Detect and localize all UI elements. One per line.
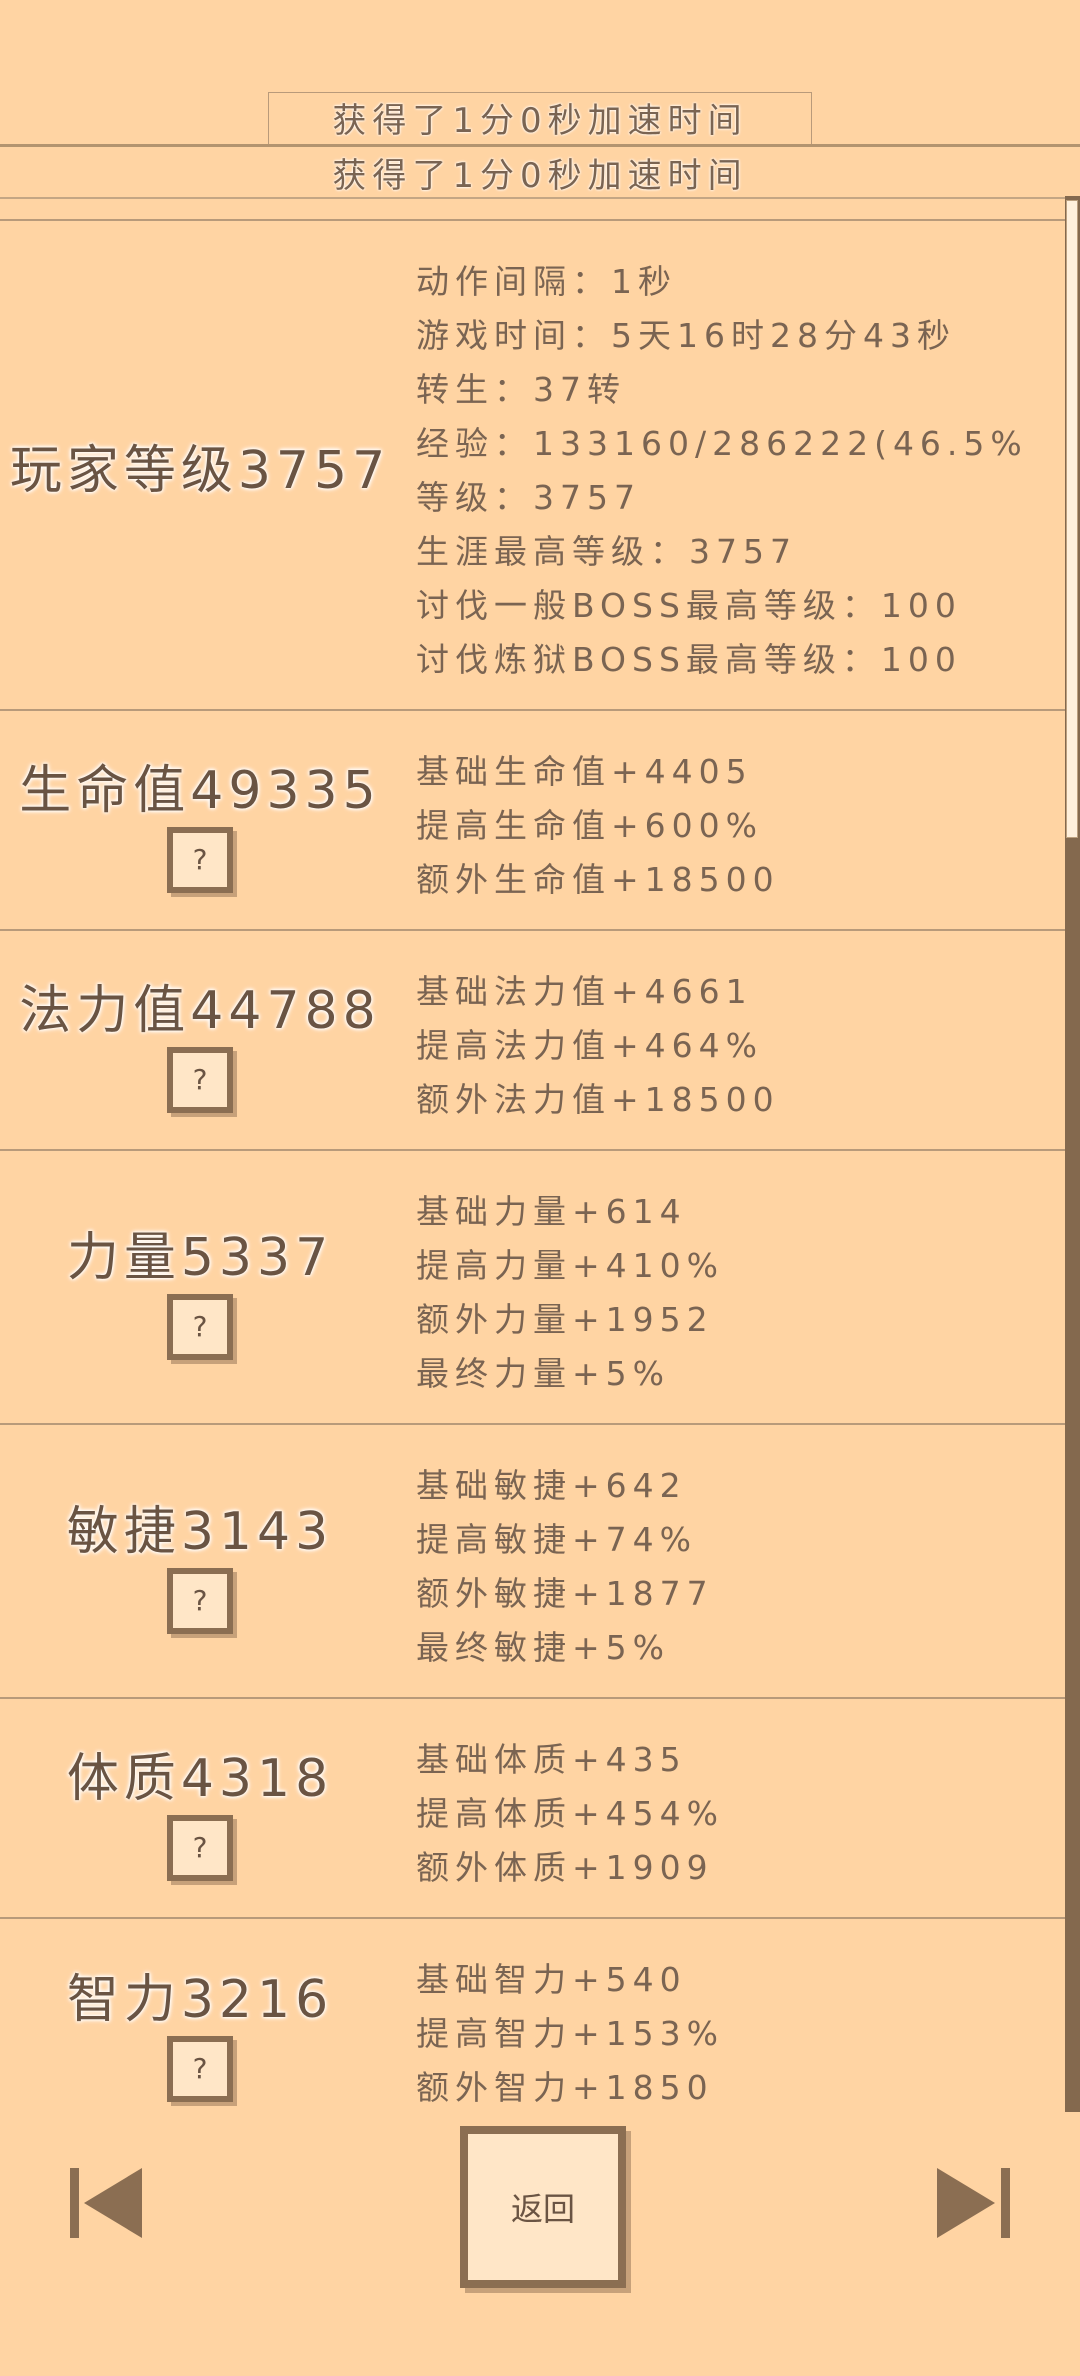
stat-detail-line: 最终力量+5% — [416, 1354, 671, 1393]
stat-detail-line: 提高体质+454% — [416, 1794, 724, 1833]
back-button[interactable]: 返回 — [460, 2126, 626, 2288]
stat-row-mp: 法力值44788 ? 基础法力值+4661 提高法力值+464% 额外法力值+1… — [0, 931, 1065, 1151]
toast-message: 获得了1分0秒加速时间 — [332, 100, 748, 141]
stat-row-constitution: 体质4318 ? 基础体质+435 提高体质+454% 额外体质+1909 — [0, 1699, 1065, 1919]
stat-row-player-level: 玩家等级3757 动作间隔：1秒 游戏时间：5天16时28分43秒 转生：37转… — [0, 221, 1065, 711]
stat-details: 基础力量+614 提高力量+410% 额外力量+1952 最终力量+5% — [416, 1185, 724, 1401]
stat-label-area: 敏捷3143 ? — [0, 1425, 400, 1697]
stat-title: 力量5337 — [66, 1227, 334, 1288]
stat-row-hp: 生命值49335 ? 基础生命值+4405 提高生命值+600% 额外生命值+1… — [0, 711, 1065, 931]
stat-label-area: 玩家等级3757 — [0, 221, 400, 709]
stat-label-area: 生命值49335 ? — [0, 711, 400, 929]
stat-detail-line: 生涯最高等级：3757 — [416, 532, 797, 571]
stats-panel[interactable]: 玩家等级3757 动作间隔：1秒 游戏时间：5天16时28分43秒 转生：37转… — [0, 196, 1065, 2112]
stat-detail-line: 基础敏捷+642 — [416, 1466, 687, 1505]
help-button[interactable]: ? — [167, 1293, 233, 1360]
stat-details: 基础敏捷+642 提高敏捷+74% 额外敏捷+1877 最终敏捷+5% — [416, 1459, 714, 1675]
stat-detail-line: 提高生命值+600% — [416, 806, 763, 845]
stat-label-area: 体质4318 ? — [0, 1699, 400, 1917]
stat-detail-line: 额外法力值+18500 — [416, 1080, 780, 1119]
stat-details: 基础体质+435 提高体质+454% 额外体质+1909 — [416, 1733, 724, 1895]
stat-detail-line: 提高法力值+464% — [416, 1026, 763, 1065]
skip-previous-icon[interactable] — [68, 2166, 148, 2240]
stat-detail-line: 额外力量+1952 — [416, 1300, 714, 1339]
stat-title: 玩家等级3757 — [9, 440, 391, 501]
stat-row-strength: 力量5337 ? 基础力量+614 提高力量+410% 额外力量+1952 最终… — [0, 1151, 1065, 1425]
stat-detail-line: 最终敏捷+5% — [416, 1628, 671, 1667]
stat-detail-line: 额外智力+1850 — [416, 2068, 714, 2107]
stat-detail-line: 提高敏捷+74% — [416, 1520, 697, 1559]
bottom-nav: 返回 — [0, 2112, 1080, 2376]
stat-title: 敏捷3143 — [66, 1501, 334, 1562]
stat-label-area: 智力3216 ? — [0, 1919, 400, 2112]
stat-title: 法力值44788 — [19, 980, 381, 1041]
toast-area: 获得了1分0秒加速时间 获得了1分0秒加速时间 — [0, 92, 1080, 199]
stat-detail-line: 额外敏捷+1877 — [416, 1574, 714, 1613]
stat-label-area: 力量5337 ? — [0, 1151, 400, 1423]
stat-detail-line: 额外体质+1909 — [416, 1848, 714, 1887]
stat-detail-line: 转生：37转 — [416, 370, 626, 409]
skip-next-icon[interactable] — [933, 2166, 1013, 2240]
stat-row-agility: 敏捷3143 ? 基础敏捷+642 提高敏捷+74% 额外敏捷+1877 最终敏… — [0, 1425, 1065, 1699]
stat-detail-line: 基础法力值+4661 — [416, 972, 753, 1011]
stat-detail-line: 基础智力+540 — [416, 1960, 687, 1999]
help-button[interactable]: ? — [167, 1814, 233, 1881]
stat-detail-line: 讨伐炼狱BOSS最高等级：100 — [416, 640, 962, 679]
stat-title: 生命值49335 — [19, 760, 381, 821]
help-button[interactable]: ? — [167, 2035, 233, 2102]
stat-detail-line: 提高力量+410% — [416, 1246, 724, 1285]
stat-details: 基础智力+540 提高智力+153% 额外智力+1850 — [416, 1953, 724, 2112]
scrollbar-thumb[interactable] — [1066, 200, 1078, 838]
stat-detail-line: 动作间隔：1秒 — [416, 262, 677, 301]
help-button[interactable]: ? — [167, 1046, 233, 1113]
stat-title: 智力3216 — [66, 1969, 334, 2030]
stat-detail-line: 游戏时间：5天16时28分43秒 — [416, 316, 956, 355]
stat-details: 动作间隔：1秒 游戏时间：5天16时28分43秒 转生：37转 经验：13316… — [416, 255, 1028, 687]
stat-detail-line: 基础体质+435 — [416, 1740, 687, 1779]
stat-detail-line: 等级：3757 — [416, 478, 641, 517]
stat-title: 体质4318 — [66, 1748, 334, 1809]
toast-message: 获得了1分0秒加速时间 — [0, 144, 1080, 199]
stat-detail-line: 基础生命值+4405 — [416, 752, 753, 791]
stat-detail-line: 额外生命值+18500 — [416, 860, 780, 899]
stat-row-intelligence: 智力3216 ? 基础智力+540 提高智力+153% 额外智力+1850 — [0, 1919, 1065, 2112]
stat-details: 基础法力值+4661 提高法力值+464% 额外法力值+18500 — [416, 965, 780, 1127]
help-button[interactable]: ? — [167, 1567, 233, 1634]
stat-detail-line: 基础力量+614 — [416, 1192, 687, 1231]
stat-label-area: 法力值44788 ? — [0, 931, 400, 1149]
stat-detail-line: 经验：133160/286222(46.5% — [416, 424, 1028, 463]
help-button[interactable]: ? — [167, 826, 233, 893]
stat-detail-line: 讨伐一般BOSS最高等级：100 — [416, 586, 962, 625]
stat-detail-line: 提高智力+153% — [416, 2014, 724, 2053]
stat-details: 基础生命值+4405 提高生命值+600% 额外生命值+18500 — [416, 745, 780, 907]
